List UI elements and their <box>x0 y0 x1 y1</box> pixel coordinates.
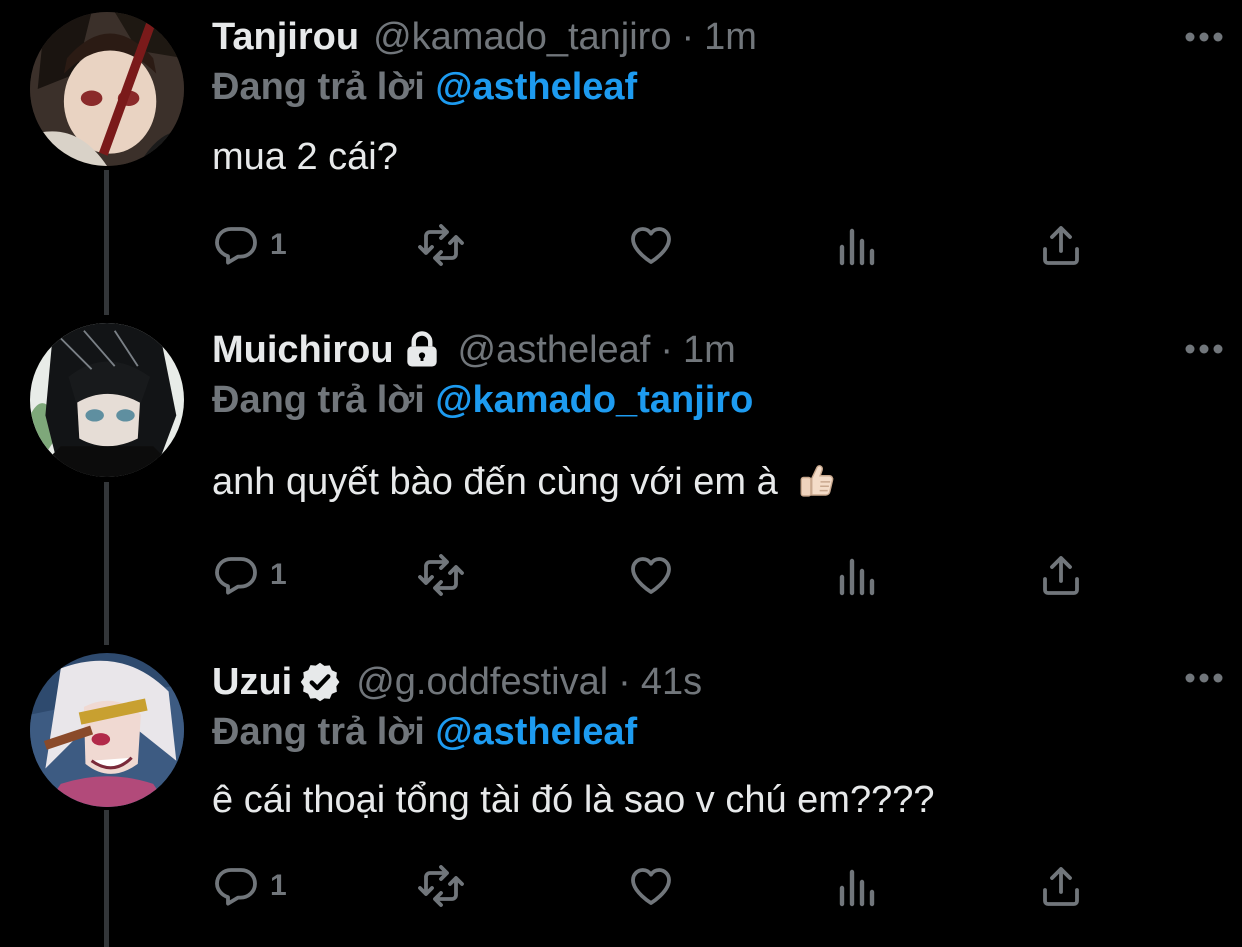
reply-target-link[interactable]: @astheleaf <box>435 66 637 108</box>
lock-icon <box>406 331 437 367</box>
tweet-text: ê cái thoại tổng tài đó là sao v chú em?… <box>212 775 1182 825</box>
share-button[interactable] <box>1037 545 1085 605</box>
share-button[interactable] <box>1037 215 1085 275</box>
replying-to-label: Đang trả lời <box>212 66 425 108</box>
analytics-icon <box>839 558 875 596</box>
analytics-icon <box>839 869 875 907</box>
replying-to: Đang trả lời @astheleaf <box>212 62 1182 112</box>
retweet-icon <box>418 865 464 907</box>
heart-icon <box>631 868 671 905</box>
thumbs-up-emoji <box>800 465 834 497</box>
reply-count: 1 <box>270 558 287 591</box>
tweet-actions: 1 <box>212 215 1092 275</box>
tweet-header: Tanjirou @kamado_tanjiro · 1m <box>212 12 1182 62</box>
reply-bubble-icon <box>215 557 257 595</box>
timestamp[interactable]: 41s <box>641 657 702 707</box>
user-handle[interactable]: @g.oddfestival <box>356 657 608 707</box>
retweet-button[interactable] <box>417 215 465 275</box>
views-button[interactable] <box>834 215 882 275</box>
replying-to-label: Đang trả lời <box>212 711 425 753</box>
tweet-header: Muichirou @astheleaf · 1m <box>212 325 1182 375</box>
tweet[interactable]: Uzui @g.oddfestival · 41s Đang trả lời @… <box>0 645 1242 947</box>
replying-to: Đang trả lời @kamado_tanjiro <box>212 375 1182 425</box>
separator-dot: · <box>681 16 695 58</box>
views-button[interactable] <box>834 856 882 916</box>
views-button[interactable] <box>834 545 882 605</box>
reply-target-link[interactable]: @astheleaf <box>435 711 637 753</box>
timestamp[interactable]: 1m <box>683 325 736 375</box>
replying-to-label: Đang trả lời <box>212 379 425 421</box>
reply-thread: Tanjirou @kamado_tanjiro · 1m Đang trả l… <box>0 0 1242 947</box>
retweet-button[interactable] <box>417 856 465 916</box>
analytics-icon <box>839 228 875 266</box>
share-icon <box>1043 867 1079 906</box>
reply-target-link[interactable]: @kamado_tanjiro <box>435 379 753 421</box>
tweet[interactable]: Muichirou @astheleaf · 1m Đang trả lời @… <box>0 315 1242 645</box>
more-horizontal-icon[interactable] <box>1184 30 1224 44</box>
display-name[interactable]: Tanjirou <box>212 12 359 62</box>
avatar-image <box>30 12 184 166</box>
tweet-text-content: mua 2 cái? <box>212 136 398 178</box>
share-icon <box>1043 556 1079 595</box>
heart-icon <box>631 557 671 594</box>
reply-count: 1 <box>270 228 287 261</box>
tweet-text-content: anh quyết bào đến cùng với em à <box>212 461 778 503</box>
heart-icon <box>631 227 671 264</box>
more-horizontal-icon[interactable] <box>1184 342 1224 356</box>
share-icon <box>1043 226 1079 265</box>
avatar-image <box>30 323 184 477</box>
avatar[interactable] <box>30 653 184 807</box>
avatar[interactable] <box>30 323 184 477</box>
timestamp[interactable]: 1m <box>704 12 757 62</box>
tweet-text-content: ê cái thoại tổng tài đó là sao v chú em?… <box>212 779 935 821</box>
like-button[interactable] <box>627 545 675 605</box>
retweet-icon <box>418 554 464 596</box>
display-name[interactable]: Uzui <box>212 657 292 707</box>
separator-dot: · <box>660 329 674 371</box>
tweet-actions: 1 <box>212 856 1092 916</box>
reply-count: 1 <box>270 869 287 902</box>
reply-button[interactable]: 1 <box>212 215 287 275</box>
avatar[interactable] <box>30 12 184 166</box>
tweet-actions: 1 <box>212 545 1092 605</box>
user-handle[interactable]: @kamado_tanjiro <box>373 12 671 62</box>
retweet-button[interactable] <box>417 545 465 605</box>
like-button[interactable] <box>627 856 675 916</box>
retweet-icon <box>418 224 464 266</box>
reply-button[interactable]: 1 <box>212 545 287 605</box>
separator-dot: · <box>618 661 631 703</box>
display-name[interactable]: Muichirou <box>212 325 394 375</box>
verified-badge-icon <box>300 662 340 702</box>
reply-button[interactable]: 1 <box>212 856 287 916</box>
tweet-text: anh quyết bào đến cùng với em à <box>212 457 1182 507</box>
like-button[interactable] <box>627 215 675 275</box>
tweet-header: Uzui @g.oddfestival · 41s <box>212 657 1182 707</box>
avatar-image <box>30 653 184 807</box>
more-horizontal-icon[interactable] <box>1184 671 1224 685</box>
tweet[interactable]: Tanjirou @kamado_tanjiro · 1m Đang trả l… <box>0 0 1242 315</box>
user-handle[interactable]: @astheleaf <box>458 325 651 375</box>
reply-bubble-icon <box>215 227 257 265</box>
reply-bubble-icon <box>215 868 257 906</box>
tweet-text: mua 2 cái? <box>212 132 1182 182</box>
replying-to: Đang trả lời @astheleaf <box>212 707 1182 757</box>
share-button[interactable] <box>1037 856 1085 916</box>
